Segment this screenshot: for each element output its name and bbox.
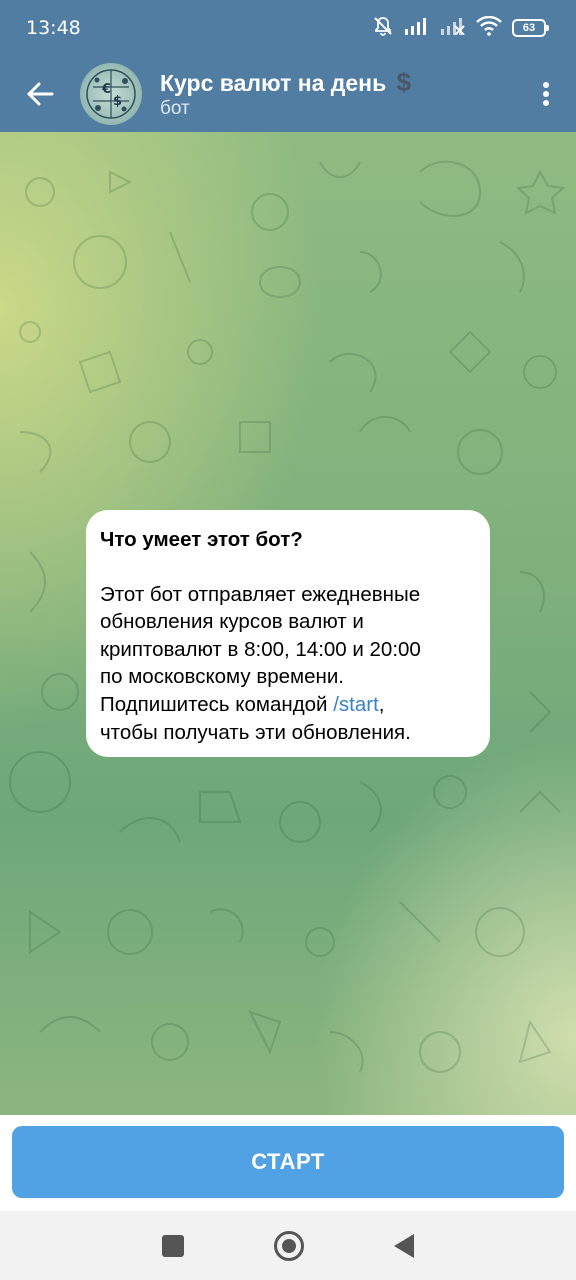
svg-text:$: $ (113, 94, 122, 109)
body-line: обновления курсов валют и (100, 610, 364, 634)
status-bar: 13:48 63 (0, 0, 576, 56)
wifi-icon (476, 15, 502, 41)
svg-text:€: € (101, 82, 111, 97)
chat-subtitle: бот (160, 97, 190, 119)
avatar[interactable]: € $ (80, 63, 142, 125)
dollar-emoji: $ (396, 66, 412, 97)
chat-title-text: Курс валют на день (160, 69, 387, 96)
system-nav-bar (0, 1211, 576, 1280)
body-line: Этот бот отправляет ежедневные (100, 582, 421, 606)
body-line: чтобы получать эти обновления. (100, 720, 411, 744)
body-line: по московскому времени. (100, 665, 344, 689)
more-vert-icon (543, 82, 549, 106)
back-arrow-icon (27, 82, 54, 106)
bubble-body: Этот бот отправляет ежедневные обновлени… (100, 581, 476, 747)
signal-off-icon (440, 17, 466, 40)
start-command-link[interactable]: /start (333, 693, 379, 716)
body-line-comma: , (378, 692, 385, 716)
body-line: криптовалют в 8:00, 14:00 и 20:00 (100, 637, 421, 661)
mute-icon (372, 15, 394, 42)
more-menu-button[interactable] (516, 56, 576, 132)
start-button[interactable]: СТАРТ (12, 1126, 564, 1198)
back-button[interactable] (0, 56, 80, 132)
bubble-title: Что умеет этот бот? (100, 528, 303, 551)
chat-title-block[interactable]: Курс валют на день $ бот (160, 68, 516, 121)
body-line: Подпишитесь командой /start, (100, 691, 476, 719)
body-line-text: Подпишитесь командой (100, 692, 334, 716)
status-icons: 63 (372, 15, 549, 42)
chat-title: Курс валют на день $ (160, 68, 516, 97)
chat-background: Что умеет этот бот? Этот бот отправляет … (0, 132, 576, 1115)
status-time: 13:48 (26, 17, 81, 39)
currency-globe-icon: € $ (86, 69, 136, 119)
bot-description-bubble: Что умеет этот бот? Этот бот отправляет … (86, 510, 490, 757)
battery-icon: 63 (512, 19, 549, 37)
home-icon[interactable] (274, 1230, 304, 1261)
recents-icon[interactable] (162, 1234, 184, 1257)
start-area: СТАРТ (0, 1115, 576, 1211)
chat-header: € $ Курс валют на день $ бот (0, 56, 576, 132)
back-triangle-icon[interactable] (394, 1233, 414, 1258)
signal-icon (404, 17, 430, 40)
